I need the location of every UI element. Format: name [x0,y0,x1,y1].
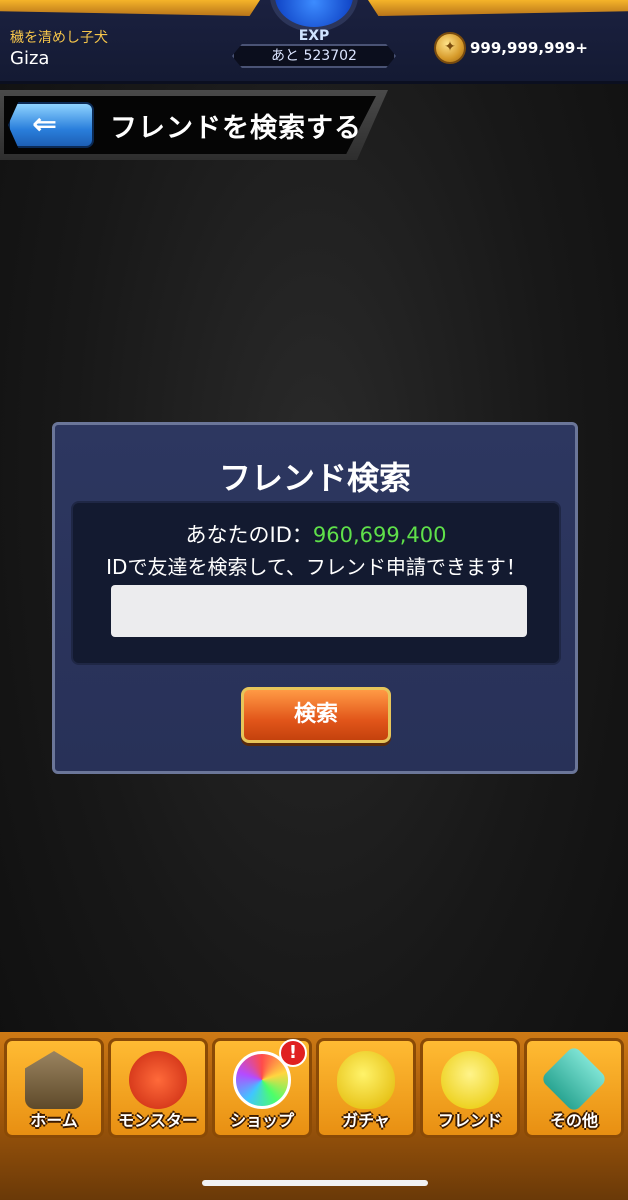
nav-label-monster: モンスター [118,1111,198,1130]
info-panel: あなたのID：960,699,400 IDで友達を検索して、フレンド申請できます… [71,501,561,665]
gold-trim-left [0,0,260,16]
nav-item-other[interactable]: その他 [524,1038,624,1138]
friend-id-input[interactable] [111,585,527,637]
home-indicator[interactable] [202,1180,428,1186]
nav-label-home: ホーム [30,1111,78,1130]
exp-remaining: あと 523702 [232,44,396,68]
home-icon [25,1051,83,1109]
nav-label-gacha: ガチャ [342,1111,390,1130]
search-button[interactable]: 検索 [241,687,391,743]
gacha-icon [337,1051,395,1109]
coin-icon: ✦ [434,32,466,64]
coin-value: 999,999,999+ [470,39,588,57]
search-button-label: 検索 [293,702,338,727]
nav-item-monster[interactable]: モンスター [108,1038,208,1138]
nav-label-other: その他 [549,1111,598,1130]
player-title: 穢を清めし子犬 [10,30,108,46]
friend-icon [441,1051,499,1109]
nav-item-gacha[interactable]: ガチャ [316,1038,416,1138]
other-icon [540,1045,608,1113]
search-description: IDで友達を検索して、フレンド申請できます！ [106,555,526,579]
nav-item-friend[interactable]: フレンド [420,1038,520,1138]
exp-indicator: EXP あと 523702 [232,28,396,70]
page-title: フレンドを検索する [110,113,362,144]
friend-search-dialog: フレンド検索 あなたのID：960,699,400 IDで友達を検索して、フレン… [52,422,578,774]
bottom-nav: ホーム モンスター ! ショップ ガチャ フレンド その他 [0,1032,628,1200]
dialog-title: フレンド検索 [218,459,411,497]
my-id-prefix: あなたのID： [185,523,313,547]
nav-item-shop[interactable]: ! ショップ [212,1038,312,1138]
my-id-value: 960,699,400 [312,523,447,547]
monster-icon [129,1051,187,1109]
back-arrow-icon: ⇐ [32,107,58,142]
nav-label-friend: フレンド [437,1111,502,1130]
player-name: Giza [10,48,50,69]
gold-trim-right [368,0,628,16]
back-button[interactable]: ⇐ [8,102,94,148]
nav-label-shop: ショップ [229,1111,294,1130]
my-id-line: あなたのID：960,699,400 [73,519,559,549]
nav-item-home[interactable]: ホーム [4,1038,104,1138]
status-bar: 穢を清めし子犬 Giza EXP あと 523702 ✦ 999,999,999… [0,0,628,84]
shop-alert-badge: ! [279,1039,307,1067]
exp-label: EXP [298,28,330,44]
